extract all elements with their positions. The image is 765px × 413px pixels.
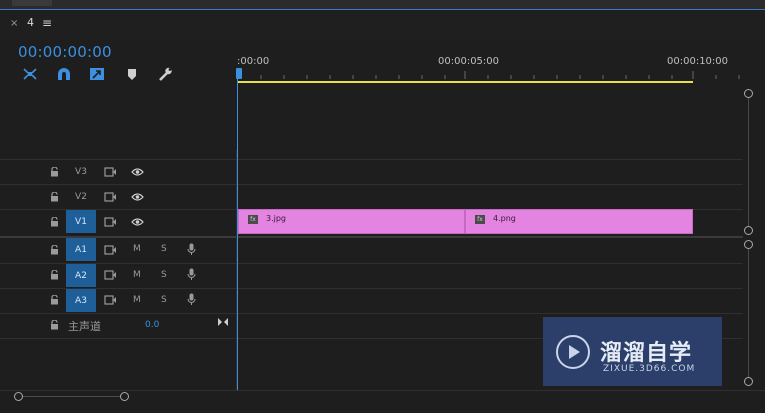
microphone-icon[interactable] (187, 243, 196, 256)
solo-button[interactable]: S (161, 295, 167, 305)
solo-button[interactable]: S (161, 244, 167, 254)
lock-icon[interactable] (50, 270, 59, 280)
audio-vertical-scroll-track[interactable] (748, 249, 749, 379)
add-marker-icon[interactable] (123, 66, 141, 82)
master-volume-value[interactable]: 0.0 (145, 320, 159, 330)
ruler-label-start: :00:00 (237, 56, 270, 67)
window-top-strip (0, 0, 765, 10)
sync-lock-icon[interactable] (104, 217, 117, 227)
hscroll-handle-left[interactable] (14, 392, 23, 401)
horizontal-zoom-scrollbar[interactable] (19, 396, 124, 397)
watermark-title: 溜溜自学 (600, 341, 693, 366)
fx-badge-icon: fx (475, 215, 485, 224)
lock-icon[interactable] (50, 167, 59, 177)
ruler-label-10s: 00:00:10:00 (667, 56, 729, 67)
audio-track-headers: A1 M S A2 M S A3 M S (0, 238, 236, 313)
go-to-out-point-icon[interactable] (217, 317, 229, 327)
track-name-a2[interactable]: A2 (66, 264, 96, 287)
lock-icon[interactable] (50, 320, 59, 330)
watermark-play-icon (556, 335, 590, 369)
nest-sequence-icon[interactable] (21, 66, 39, 82)
playhead-handle[interactable] (236, 68, 242, 79)
audio-scroll-handle-bottom[interactable] (744, 377, 753, 386)
snap-icon[interactable] (55, 66, 73, 82)
mute-button[interactable]: M (133, 270, 141, 280)
sync-lock-icon[interactable] (104, 192, 117, 202)
track-name-v3[interactable]: V3 (66, 160, 96, 183)
video-vertical-scroll-track[interactable] (748, 97, 749, 231)
work-area-bar[interactable] (238, 81, 693, 83)
sync-lock-icon[interactable] (104, 167, 117, 177)
video-scroll-handle-bottom[interactable] (744, 226, 753, 235)
previous-panel-tab[interactable] (12, 0, 52, 6)
sync-lock-icon[interactable] (104, 245, 117, 255)
hscroll-handle-right[interactable] (120, 392, 129, 401)
clip-name: 3.jpg (266, 214, 287, 223)
linked-selection-icon[interactable] (88, 66, 106, 82)
mute-button[interactable]: M (133, 295, 141, 305)
master-track-label: 主声道 (68, 320, 101, 333)
clip-name: 4.png (493, 214, 516, 223)
microphone-icon[interactable] (187, 293, 196, 306)
microphone-icon[interactable] (187, 268, 196, 281)
eye-icon[interactable] (131, 192, 144, 202)
clip-4-png[interactable]: fx 4.png (465, 209, 693, 234)
timeline-settings-icon[interactable] (156, 66, 174, 82)
sync-lock-icon[interactable] (104, 270, 117, 280)
panel-menu-icon[interactable]: ≡ (42, 16, 52, 30)
video-track-headers: V3 V2 V1 (0, 160, 236, 235)
audio-scroll-handle-top[interactable] (744, 240, 753, 249)
bottom-divider (0, 390, 765, 391)
track-name-a1[interactable]: A1 (66, 238, 96, 261)
eye-icon[interactable] (131, 217, 144, 227)
lock-icon[interactable] (50, 245, 59, 255)
mute-button[interactable]: M (133, 244, 141, 254)
lock-icon[interactable] (50, 192, 59, 202)
panel-tab-bar (0, 11, 765, 39)
lock-icon[interactable] (50, 295, 59, 305)
track-name-v1[interactable]: V1 (66, 210, 96, 233)
ruler-label-5s: 00:00:05:00 (438, 56, 500, 67)
lock-icon[interactable] (50, 217, 59, 227)
sync-lock-icon[interactable] (104, 295, 117, 305)
eye-icon[interactable] (131, 167, 144, 177)
sequence-tab-name[interactable]: 4 (27, 16, 34, 29)
playhead-line[interactable] (237, 68, 238, 390)
clip-3-jpg[interactable]: fx 3.jpg (238, 209, 465, 234)
watermark-url: ZIXUE.3D66.COM (603, 364, 696, 374)
tab-close-icon[interactable]: × (10, 18, 18, 29)
track-name-a3[interactable]: A3 (66, 289, 96, 312)
video-scroll-handle-top[interactable] (744, 89, 753, 98)
solo-button[interactable]: S (161, 270, 167, 280)
playhead-timecode[interactable]: 00:00:00:00 (18, 43, 112, 61)
fx-badge-icon: fx (248, 215, 258, 224)
track-name-v2[interactable]: V2 (66, 185, 96, 208)
